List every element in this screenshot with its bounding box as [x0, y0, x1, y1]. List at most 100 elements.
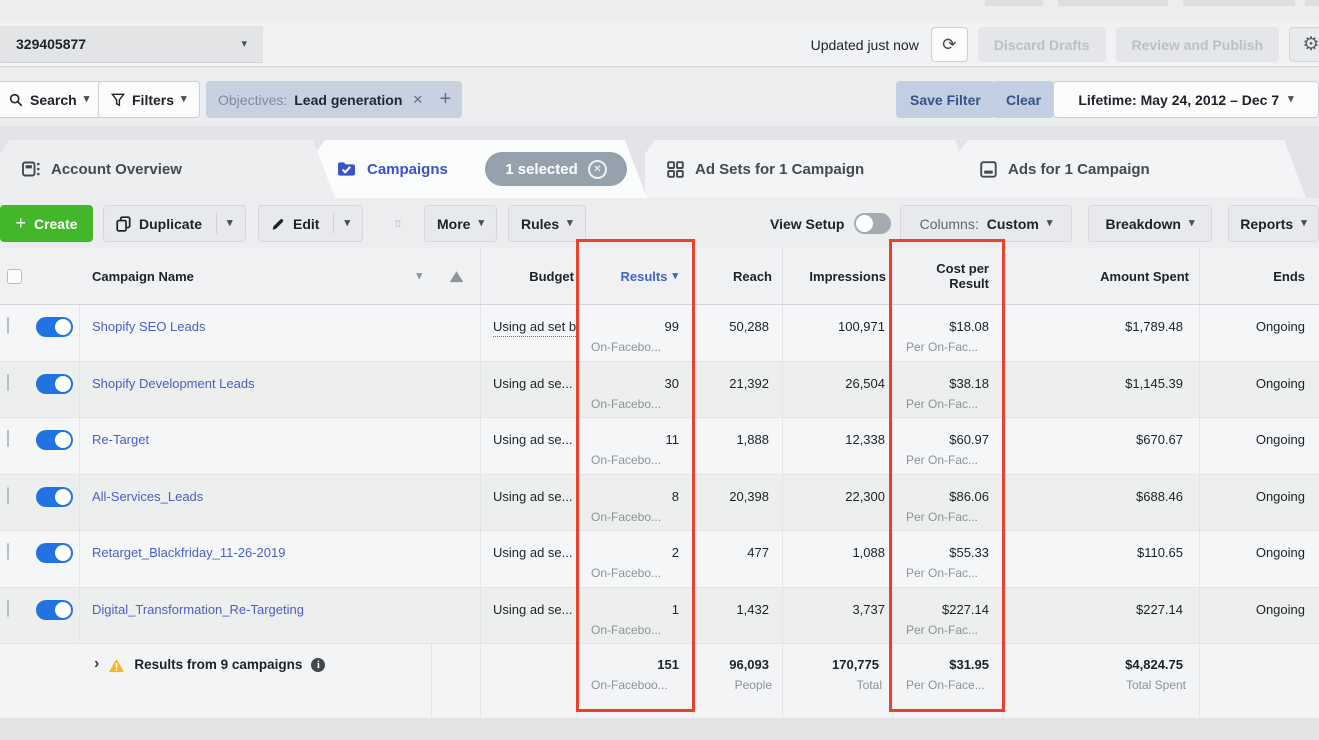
results-sub: On-Facebo... — [578, 510, 692, 524]
budget-value[interactable]: Using ad se... — [493, 376, 573, 391]
chevron-down-icon: ▾ — [567, 218, 573, 229]
row-checkbox[interactable] — [7, 487, 9, 504]
toggle-knob — [856, 215, 873, 232]
create-button[interactable]: + Create — [0, 205, 93, 242]
row-checkbox[interactable] — [7, 600, 9, 617]
tab-ad-sets-label: Ad Sets for 1 Campaign — [695, 161, 864, 178]
clear-selection-icon[interactable]: ✕ — [588, 160, 607, 179]
chevron-down-icon: ▾ — [181, 94, 187, 105]
divider — [216, 213, 217, 234]
tab-ad-sets[interactable]: Ad Sets for 1 Campaign — [645, 140, 977, 198]
search-button[interactable]: Search ▾ — [0, 81, 102, 118]
columns-button[interactable]: Columns: Custom ▾ — [900, 205, 1072, 242]
table-summary-row: › Results from 9 campaigns i 151 On-Face… — [0, 644, 1319, 718]
column-impressions[interactable]: Impressions — [783, 248, 893, 304]
select-all-checkbox[interactable] — [7, 269, 22, 284]
ends-value: Ongoing — [1200, 418, 1319, 447]
results-sub: On-Facebo... — [578, 453, 692, 467]
budget-value[interactable]: Using ad se... — [493, 489, 573, 504]
save-filter-button[interactable]: Save Filter — [896, 81, 995, 118]
budget-value[interactable]: Using ad se... — [493, 602, 573, 617]
campaign-name-link[interactable]: Shopify Development Leads — [92, 376, 255, 391]
campaign-active-toggle[interactable] — [36, 374, 73, 394]
clear-filters-button[interactable]: Clear — [993, 81, 1054, 118]
add-filter-button[interactable]: + — [429, 81, 462, 118]
info-icon[interactable]: i — [311, 658, 325, 672]
date-range-selector[interactable]: Lifetime: May 24, 2012 – Dec 7 ▾ — [1053, 81, 1319, 118]
review-publish-button[interactable]: Review and Publish — [1116, 27, 1279, 62]
row-checkbox[interactable] — [7, 543, 9, 560]
breakdown-button[interactable]: Breakdown ▾ — [1088, 205, 1212, 242]
campaign-active-toggle[interactable] — [36, 600, 73, 620]
reach-value: 20,398 — [693, 475, 782, 504]
filters-label: Filters — [132, 92, 174, 108]
campaign-name-link[interactable]: Re-Target — [92, 432, 149, 447]
budget-value[interactable]: Using ad set b — [493, 319, 576, 337]
discard-drafts-button[interactable]: Discard Drafts — [978, 27, 1106, 62]
active-filter-pill[interactable]: Objectives: Lead generation ✕ — [206, 81, 435, 118]
campaign-row: Shopify SEO Leads Using ad set b 99 On-F… — [0, 305, 1319, 362]
chevron-down-icon: ▾ — [241, 39, 247, 50]
row-checkbox[interactable] — [7, 374, 9, 391]
campaign-name-link[interactable]: Digital_Transformation_Re-Targeting — [92, 602, 304, 617]
toggle-knob — [55, 319, 71, 335]
row-checkbox[interactable] — [7, 430, 9, 447]
summary-impressions-value: 170,775 — [783, 644, 892, 672]
view-setup-toggle[interactable] — [854, 213, 891, 234]
campaign-name-link[interactable]: Shopify SEO Leads — [92, 319, 205, 334]
ends-header-label: Ends — [1273, 269, 1305, 284]
column-cost-per-result[interactable]: Cost per Result — [893, 248, 1003, 304]
column-results[interactable]: Results ▾ — [578, 248, 693, 304]
remove-filter-icon[interactable]: ✕ — [412, 92, 423, 108]
delete-button[interactable] — [382, 205, 414, 242]
budget-value[interactable]: Using ad se... — [493, 545, 573, 560]
amount-spent-value: $227.14 — [1003, 588, 1199, 617]
cost-per-result-sub: Per On-Fac... — [893, 397, 1002, 411]
top-edge-artifact — [1305, 0, 1319, 6]
refresh-button[interactable]: ⟳ — [931, 27, 968, 62]
sort-caret-icon[interactable]: ▾ — [416, 271, 422, 282]
column-campaign-name[interactable]: Campaign Name ▾ — [80, 248, 432, 304]
budget-value[interactable]: Using ad se... — [493, 432, 573, 447]
column-amount-spent[interactable]: Amount Spent — [1003, 248, 1200, 304]
campaign-active-toggle[interactable] — [36, 317, 73, 337]
campaign-name-link[interactable]: All-Services_Leads — [92, 489, 203, 504]
more-button[interactable]: More ▾ — [424, 205, 497, 242]
column-budget[interactable]: Budget — [481, 248, 578, 304]
search-label: Search — [30, 92, 77, 108]
search-icon — [9, 93, 23, 107]
column-reach[interactable]: Reach — [693, 248, 783, 304]
campaign-active-toggle[interactable] — [36, 430, 73, 450]
tab-campaigns[interactable]: Campaigns 1 selected ✕ — [315, 140, 647, 198]
duplicate-button[interactable]: Duplicate ▾ — [103, 205, 246, 242]
campaign-row: All-Services_Leads Using ad se... 8 On-F… — [0, 475, 1319, 532]
campaign-active-toggle[interactable] — [36, 543, 73, 563]
rules-button[interactable]: Rules ▾ — [508, 205, 586, 242]
edit-button[interactable]: Edit ▾ — [258, 205, 363, 242]
toggle-knob — [55, 376, 71, 392]
summary-spent-sub: Total Spent — [1003, 678, 1199, 692]
campaign-row: Re-Target Using ad se... 11 On-Facebo...… — [0, 418, 1319, 475]
row-checkbox[interactable] — [7, 317, 9, 334]
expand-chevron-icon[interactable]: › — [94, 657, 99, 671]
filters-button[interactable]: Filters ▾ — [98, 81, 200, 118]
view-setup-label: View Setup — [770, 216, 844, 232]
campaign-name-link[interactable]: Retarget_Blackfriday_11-26-2019 — [92, 545, 285, 560]
reports-button[interactable]: Reports ▾ — [1228, 205, 1319, 242]
cost-per-result-value: $18.08 — [893, 305, 1002, 334]
impressions-value: 12,338 — [783, 418, 892, 447]
chevron-down-icon: ▾ — [84, 94, 90, 105]
account-selector[interactable]: 329405877 ▾ — [0, 26, 263, 63]
tab-ads[interactable]: Ads for 1 Campaign — [958, 140, 1306, 198]
ad-sets-grid-icon — [667, 161, 684, 178]
column-ends[interactable]: Ends — [1200, 248, 1319, 304]
campaign-active-toggle[interactable] — [36, 487, 73, 507]
chevron-down-icon[interactable]: ▾ — [344, 218, 350, 229]
results-value: 2 — [578, 531, 692, 560]
cost-per-result-value: $38.18 — [893, 362, 1002, 391]
selected-count-badge[interactable]: 1 selected ✕ — [485, 152, 627, 186]
chevron-down-icon[interactable]: ▾ — [227, 218, 233, 229]
tab-account-overview[interactable]: Account Overview — [0, 140, 335, 198]
cost-per-result-header-label: Cost per Result — [925, 261, 989, 291]
settings-button[interactable]: ⚙ — [1289, 27, 1319, 62]
